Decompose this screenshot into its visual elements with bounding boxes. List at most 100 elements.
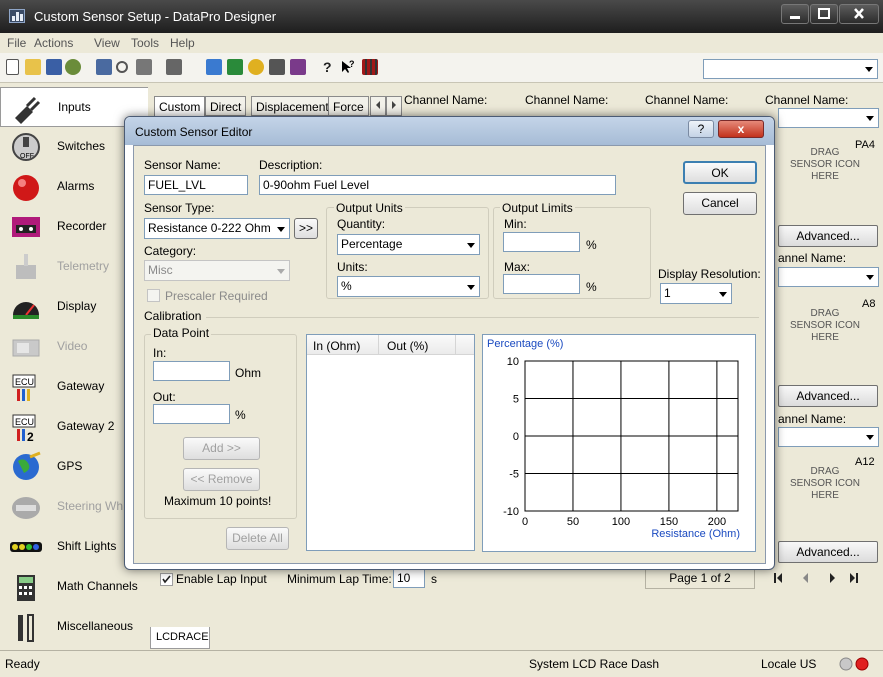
ok-button[interactable]: OK: [683, 161, 757, 184]
max-points-note: Maximum 10 points!: [164, 494, 272, 508]
enable-lap-checkbox[interactable]: [160, 573, 173, 586]
channel-name-dropdown[interactable]: [778, 108, 879, 128]
calibration-table: In (Ohm) Out (%): [306, 334, 475, 551]
sensor-icon[interactable]: [248, 59, 264, 75]
tab-direct[interactable]: Direct: [205, 96, 247, 116]
gauge-display-icon: [13, 302, 39, 319]
min-input[interactable]: [503, 232, 580, 252]
advanced-button[interactable]: Advanced...: [778, 385, 878, 407]
out-input[interactable]: [153, 404, 230, 424]
column-divider: [455, 335, 456, 355]
advanced-button[interactable]: Advanced...: [778, 225, 878, 247]
calibration-label: Calibration: [144, 309, 202, 323]
max-label: Max:: [504, 260, 531, 274]
channel-name-label: Channel Name:: [404, 93, 488, 107]
drag-sensor-target[interactable]: DRAG SENSOR ICON HERE: [790, 466, 860, 502]
sensor-type-dropdown[interactable]: Resistance 0-222 Ohm: [144, 218, 290, 239]
open-folder-icon[interactable]: [25, 59, 41, 75]
help-icon[interactable]: ?: [322, 59, 334, 75]
drag-sensor-target[interactable]: DRAG SENSOR ICON HERE: [790, 147, 860, 183]
y-tick-label: 5: [513, 394, 519, 406]
column-in[interactable]: In (Ohm): [313, 339, 360, 353]
y-tick-label: -5: [509, 469, 519, 481]
settings-icon[interactable]: [166, 59, 182, 75]
channel-name-dropdown[interactable]: [778, 427, 879, 447]
max-input[interactable]: [503, 274, 580, 294]
dialog-close-button[interactable]: x: [718, 120, 764, 138]
toolbar-dropdown[interactable]: [703, 59, 878, 79]
search-icon[interactable]: [116, 61, 128, 73]
telemetry-icon: [16, 254, 36, 279]
svg-text:?: ?: [349, 59, 355, 69]
tab-custom[interactable]: Custom: [154, 96, 206, 116]
menu-help[interactable]: Help: [170, 36, 195, 50]
prescaler-checkbox[interactable]: [147, 289, 160, 302]
enable-lap-label: Enable Lap Input: [176, 572, 267, 586]
category-dropdown[interactable]: Misc: [144, 260, 290, 281]
sheet-tab-lcdrace[interactable]: LCDRACE: [150, 627, 210, 649]
tool-icon[interactable]: [269, 59, 285, 75]
delete-all-button[interactable]: Delete All: [226, 527, 289, 550]
channel-name-label: Channel Name:: [645, 93, 729, 107]
copy-type-button[interactable]: >>: [294, 218, 318, 239]
quantity-label: Quantity:: [337, 217, 386, 231]
status-ready: Ready: [5, 657, 40, 671]
connect-icon[interactable]: [65, 59, 81, 75]
advanced-button[interactable]: Advanced...: [778, 541, 878, 563]
cancel-button[interactable]: Cancel: [683, 192, 757, 215]
status-indicator-icon: [839, 657, 869, 671]
first-page-button[interactable]: [774, 573, 782, 583]
in-input[interactable]: [153, 361, 230, 381]
properties-icon[interactable]: [136, 59, 152, 75]
save-icon[interactable]: [46, 59, 62, 75]
out-label: Out:: [153, 390, 176, 404]
svg-text:?: ?: [323, 59, 332, 75]
ecu-icon[interactable]: [290, 59, 306, 75]
column-out[interactable]: Out (%): [387, 339, 428, 353]
custom-sensor-editor-dialog: Custom Sensor Editor ? x Sensor Name: FU…: [124, 116, 775, 570]
dialog-help-button[interactable]: ?: [688, 120, 714, 138]
new-file-icon[interactable]: [6, 59, 19, 75]
channel-name-label: Channel Name:: [525, 93, 609, 107]
min-lap-label: Minimum Lap Time:: [287, 572, 392, 586]
tab-scroll-left-button[interactable]: [370, 96, 386, 116]
tab-scroll-right-button[interactable]: [386, 96, 402, 116]
min-label: Min:: [504, 217, 527, 231]
minimize-button[interactable]: [781, 4, 809, 24]
menu-tools[interactable]: Tools: [131, 36, 159, 50]
upload-icon[interactable]: [206, 59, 222, 75]
quantity-dropdown[interactable]: Percentage: [337, 234, 480, 255]
sensor-name-input[interactable]: FUEL_LVL: [144, 175, 248, 195]
bars-icon[interactable]: [362, 59, 378, 75]
add-point-button[interactable]: Add >>: [183, 437, 260, 460]
tab-force[interactable]: Force: [328, 96, 369, 116]
tab-displacement[interactable]: Displacement: [251, 96, 334, 116]
description-input[interactable]: 0-90ohm Fuel Level: [259, 175, 616, 195]
prev-page-button[interactable]: [803, 573, 808, 583]
pin-label: A8: [862, 298, 876, 310]
alarm-icon: [13, 175, 39, 201]
menu-view[interactable]: View: [94, 36, 120, 50]
channel-name-dropdown[interactable]: [778, 267, 879, 287]
steering-wheel-icon: [12, 497, 40, 519]
menu-file[interactable]: File: [7, 36, 26, 50]
network-icon[interactable]: [96, 59, 112, 75]
sidebar-item-miscellaneous[interactable]: Miscellaneous: [0, 607, 148, 647]
units-dropdown[interactable]: %: [337, 276, 480, 297]
context-help-icon[interactable]: ?: [340, 59, 356, 75]
document-icon[interactable]: [227, 59, 243, 75]
maximize-button[interactable]: [810, 4, 838, 24]
menu-actions[interactable]: Actions: [34, 36, 73, 50]
sidebar-item-label: Miscellaneous: [57, 619, 134, 633]
sensor-type-value: Resistance 0-222 Ohm: [148, 221, 271, 235]
min-lap-input[interactable]: 10: [393, 568, 425, 588]
last-page-button[interactable]: [850, 573, 858, 583]
sidebar-item-math-channels[interactable]: Math Channels: [0, 567, 148, 607]
next-page-button[interactable]: [830, 573, 835, 583]
drag-sensor-target[interactable]: DRAG SENSOR ICON HERE: [790, 308, 860, 344]
close-button[interactable]: [839, 4, 879, 24]
svg-text:OFF: OFF: [20, 153, 34, 160]
display-resolution-dropdown[interactable]: 1: [660, 283, 732, 304]
remove-point-button[interactable]: << Remove: [183, 468, 260, 491]
svg-text:ECU: ECU: [15, 377, 34, 387]
